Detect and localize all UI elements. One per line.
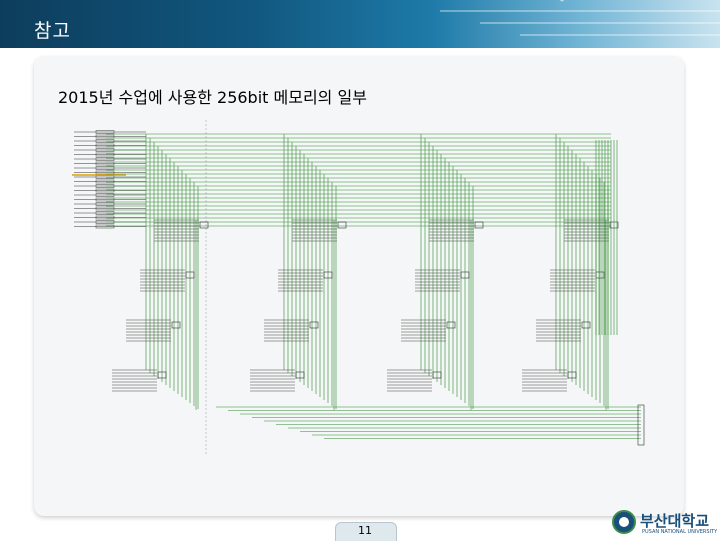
- circuit-diagram-image: [72, 120, 645, 454]
- university-seal-icon: [612, 510, 636, 534]
- slide-subtitle: 2015년 수업에 사용한 256bit 메모리의 일부: [58, 88, 367, 107]
- university-name: 부산대학교: [640, 512, 710, 530]
- university-logo: 부산대학교 PUSAN NATIONAL UNIVERSITY: [612, 510, 718, 536]
- page-number: 11: [358, 524, 372, 537]
- university-english-name: PUSAN NATIONAL UNIVERSITY: [642, 529, 718, 535]
- slide-title: 참고: [34, 20, 71, 42]
- slide-header: [0, 0, 720, 48]
